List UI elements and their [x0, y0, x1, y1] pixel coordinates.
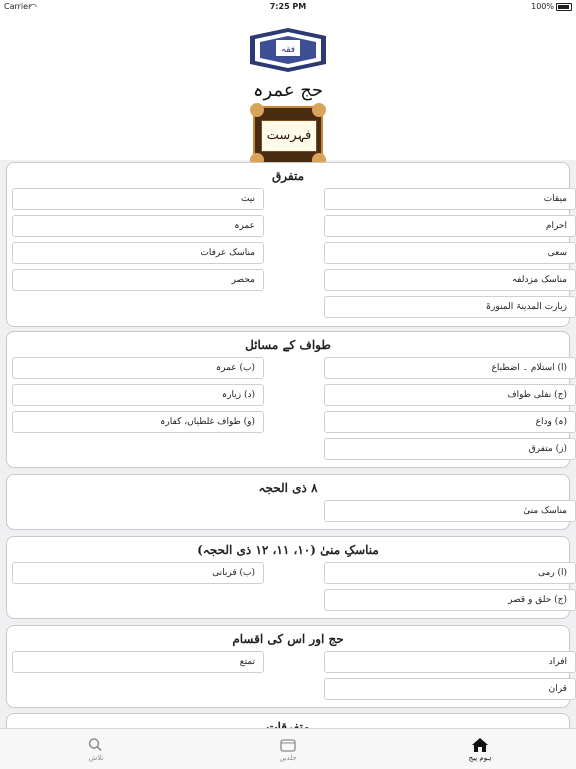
list-item[interactable]: نیت	[12, 188, 264, 210]
list-item[interactable]: (ا) استلام ۔ اضطباع	[324, 357, 576, 379]
list-item[interactable]: (ج) حلق و قصر	[324, 589, 576, 611]
list-item[interactable]: (ا) رمی	[324, 562, 576, 584]
tab-volumes[interactable]: جلدیں	[248, 729, 328, 769]
list-item[interactable]: قران	[324, 678, 576, 700]
list-item[interactable]: میقات	[324, 188, 576, 210]
section-card: طواف کے مسائل (ا) استلام ۔ اضطباع (ج) نف…	[6, 331, 576, 468]
section-title: ۸ ذی الحجہ	[258, 481, 318, 495]
home-icon	[472, 738, 488, 752]
section-card: ۸ ذی الحجہ مناسک منیٰ	[6, 474, 576, 530]
app-logo: فقہ حج عمرہ	[250, 28, 326, 101]
list-item[interactable]: (ز) متفرق	[324, 438, 576, 460]
list-item[interactable]: (ب) قربانی	[12, 562, 264, 584]
search-icon	[88, 738, 102, 752]
volumes-icon	[280, 739, 296, 752]
ornament	[312, 103, 326, 117]
ornament	[250, 103, 264, 117]
tab-label: تلاش	[88, 754, 104, 762]
list-item[interactable]: زیارت المدینۃ المنورۃ	[324, 296, 576, 318]
section-card: متفرق میقات احرام سعی مناسک مزدلفہ زیارت…	[6, 162, 576, 327]
list-item[interactable]: محصر	[12, 269, 264, 291]
list-item[interactable]: (د) زیارہ	[12, 384, 264, 406]
app-header: فقہ حج عمرہ فہرست	[0, 14, 576, 167]
section-card: حج اور اس کی اقسام افراد قران تمتع	[6, 625, 576, 708]
list-item[interactable]: مناسک منیٰ	[324, 500, 576, 522]
list-item[interactable]: (و) طواف غلطیاں، کفارہ	[12, 411, 264, 433]
section-title: طواف کے مسائل	[245, 338, 331, 352]
battery-icon	[556, 3, 572, 11]
section-title: متفرقات	[266, 720, 310, 728]
section-title: متفرق	[271, 169, 305, 183]
fihrist-badge: فہرست	[250, 103, 326, 167]
tab-label: جلدیں	[279, 754, 297, 762]
svg-text:فقہ: فقہ	[281, 45, 295, 55]
list-item[interactable]: احرام	[324, 215, 576, 237]
tab-search[interactable]: تلاش	[56, 729, 136, 769]
section-title: مناسکِ منیٰ (۱۰، ۱۱، ۱۲ ذی الحجہ)	[197, 543, 379, 557]
section-card: مناسکِ منیٰ (۱۰، ۱۱، ۱۲ ذی الحجہ) (ا) رم…	[6, 536, 576, 619]
section-card: متفرقات	[6, 713, 570, 728]
list-item[interactable]: افراد	[324, 651, 576, 673]
clock: 7:25 PM	[269, 2, 307, 11]
list-item[interactable]: سعی	[324, 242, 576, 264]
index-list[interactable]: متفرق میقات احرام سعی مناسک مزدلفہ زیارت…	[0, 160, 576, 728]
battery-percent: 100%	[531, 2, 554, 11]
list-item[interactable]: تمتع	[12, 651, 264, 673]
tab-bar: تلاش جلدیں ہوم پیج	[0, 728, 576, 769]
tab-home[interactable]: ہوم پیج	[440, 729, 520, 769]
list-item[interactable]: مناسک مزدلفہ	[324, 269, 576, 291]
list-item[interactable]: مناسک عرفات	[12, 242, 264, 264]
logo-text: حج عمرہ	[253, 80, 323, 101]
tab-label: ہوم پیج	[468, 754, 492, 762]
list-item[interactable]: (ب) عمرہ	[12, 357, 264, 379]
list-item[interactable]: عمرہ	[12, 215, 264, 237]
badge-label: فہرست	[261, 120, 317, 152]
status-bar: Carrier ◠ 7:25 PM 100%	[0, 0, 576, 14]
list-item[interactable]: (ہ) وداع	[324, 411, 576, 433]
list-item[interactable]: (ج) نفلی طواف	[324, 384, 576, 406]
section-title: حج اور اس کی اقسام	[232, 632, 344, 646]
